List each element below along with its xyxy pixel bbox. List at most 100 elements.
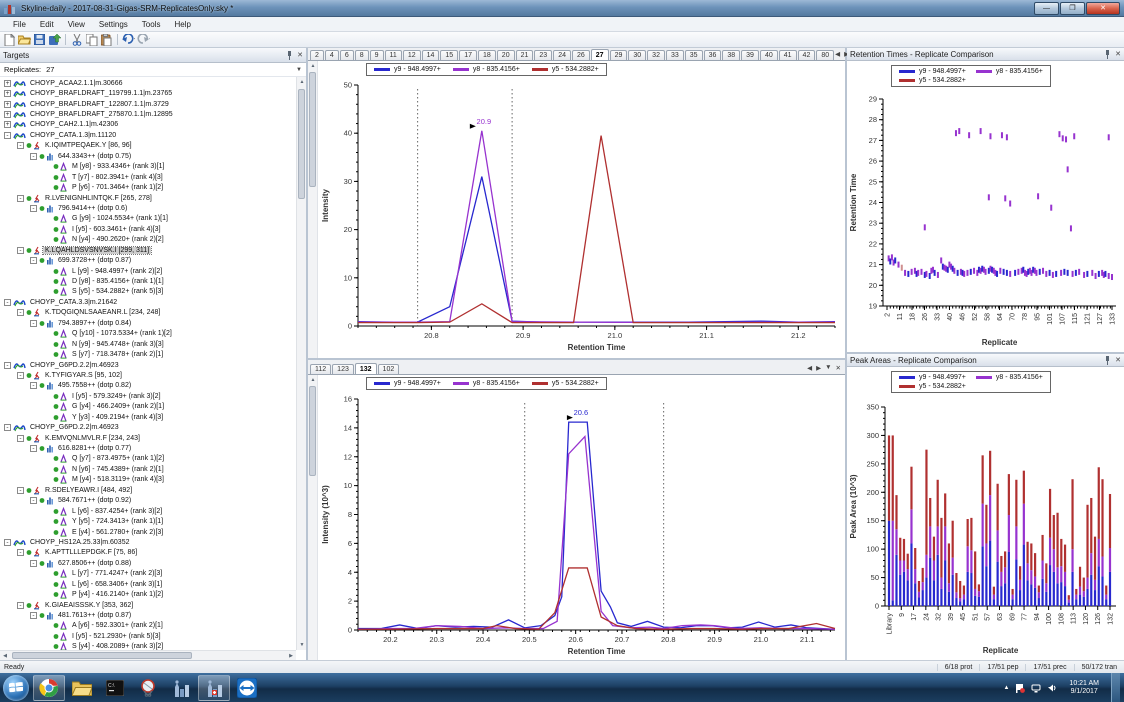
tree-node-label[interactable]: K.LQAHLDSVSNVSK.I [299, 311]: [41, 245, 153, 255]
tree-node-label[interactable]: R.LVENIGNHLINTQK.F [265, 278]: [43, 195, 154, 202]
tree-node-tr[interactable]: N [y4] - 490.2620+ (rank 2)[2]: [0, 235, 296, 245]
replicate-tab-123[interactable]: 123: [332, 364, 354, 374]
tree-node-tr[interactable]: P [y6] - 701.3464+ (rank 1)[2]: [0, 182, 296, 192]
tree-node-label[interactable]: L [y6] - 837.4254+ (rank 3)[2]: [70, 508, 164, 515]
replicate-tab-17[interactable]: 17: [459, 50, 477, 60]
collapse-icon[interactable]: -: [17, 549, 24, 557]
replicate-tab-12[interactable]: 12: [402, 50, 421, 60]
tree-node-label[interactable]: N [y6] - 745.4389+ (rank 2)[1]: [70, 466, 166, 473]
tree-node-label[interactable]: 495.7558++ (dotp 0.82): [56, 382, 133, 389]
tree-node-label[interactable]: Y [y5] - 724.3413+ (rank 1)[1]: [70, 518, 165, 525]
tree-node-label[interactable]: M [y8] - 933.4346+ (rank 3)[1]: [70, 163, 166, 170]
tree-node-prec[interactable]: - 796.9414++ (dotp 0.6): [0, 203, 296, 213]
tree-node-label[interactable]: I [y5] - 603.3461+ (rank 4)[3]: [70, 226, 163, 233]
replicate-tab-8[interactable]: 8: [354, 50, 369, 60]
replicate-tab-35[interactable]: 35: [684, 50, 703, 60]
pin-icon[interactable]: [1104, 49, 1111, 59]
tree-node-label[interactable]: T [y7] - 802.3941+ (rank 4)[3]: [70, 174, 165, 181]
tree-node-label[interactable]: CHOYP_HS12A.25.33|m.60352: [28, 539, 132, 546]
taskbar-capture-tool-icon[interactable]: [132, 675, 164, 701]
scroll-up-icon[interactable]: ▲: [308, 375, 318, 385]
replicate-tab-18[interactable]: 18: [478, 50, 496, 60]
replicate-tab-30[interactable]: 30: [628, 50, 647, 60]
tree-node-label[interactable]: L [y6] - 658.3406+ (rank 3)[1]: [70, 581, 164, 588]
menu-item-file[interactable]: File: [6, 19, 33, 30]
tree-node-pep[interactable]: - K.TYFIGYAR.S [95, 102]: [0, 370, 296, 380]
replicate-tab-42[interactable]: 42: [797, 50, 816, 60]
replicate-tab-15[interactable]: 15: [440, 50, 459, 60]
replicate-tab-36[interactable]: 36: [703, 50, 722, 60]
collapse-icon[interactable]: -: [4, 298, 11, 306]
close-panel-icon[interactable]: ✕: [1115, 357, 1121, 364]
scroll-right-icon[interactable]: ▶: [286, 651, 296, 660]
start-button[interactable]: [3, 674, 29, 701]
redo-icon[interactable]: [137, 34, 150, 46]
tree-node-label[interactable]: CHOYP_CATA.3.3|m.21642: [28, 299, 119, 306]
replicate-tab-23[interactable]: 23: [534, 50, 553, 60]
cut-icon[interactable]: [70, 33, 83, 46]
close-panel-icon[interactable]: ✕: [1115, 51, 1121, 58]
collapse-icon[interactable]: -: [4, 361, 11, 369]
collapse-icon[interactable]: -: [30, 319, 37, 327]
tree-node-tr[interactable]: L [y6] - 837.4254+ (rank 3)[2]: [0, 506, 296, 516]
tree-node-label[interactable]: G [y9] - 1024.5534+ (rank 1)[1]: [70, 215, 170, 222]
tree-node-pep[interactable]: - K.GIAEAISSSK.Y [353, 362]: [0, 600, 296, 610]
replicate-tab-4[interactable]: 4: [324, 50, 339, 60]
replicate-tab-40[interactable]: 40: [759, 50, 778, 60]
collapse-icon[interactable]: -: [30, 497, 37, 505]
tree-node-pep[interactable]: - K.LQAHLDSVSNVSK.I [299, 311]: [0, 245, 296, 255]
expand-icon[interactable]: +: [4, 90, 11, 98]
copy-icon[interactable]: [85, 33, 98, 46]
taskbar-chrome-icon[interactable]: [33, 674, 65, 701]
tree-node-tr[interactable]: D [y8] - 835.4156+ (rank 1)[1]: [0, 276, 296, 286]
tree-node-prot[interactable]: + CHOYP_CAH2.1.1|m.42306: [0, 120, 296, 130]
replicate-tab-132[interactable]: 132: [354, 363, 377, 374]
share-publish-icon[interactable]: [48, 34, 61, 46]
replicate-tab-112[interactable]: 112: [310, 364, 332, 374]
collapse-icon[interactable]: -: [30, 612, 37, 620]
tree-node-tr[interactable]: Y [y3] - 409.2194+ (rank 4)[3]: [0, 412, 296, 422]
tree-node-label[interactable]: K.IQIMTPEQAEK.Y [86, 96]: [43, 142, 134, 149]
tree-node-label[interactable]: K.GIAEAISSSK.Y [353, 362]: [43, 602, 135, 609]
expand-icon[interactable]: +: [4, 100, 11, 108]
replicate-tab-14[interactable]: 14: [421, 50, 440, 60]
tree-node-label[interactable]: Q [y10] - 1073.5334+ (rank 1)[2]: [70, 330, 174, 337]
tree-node-prot[interactable]: - CHOYP_G6PD.2.2|m.46923: [0, 360, 296, 370]
replicate-tab-27[interactable]: 27: [590, 49, 609, 60]
paste-icon[interactable]: [100, 33, 113, 46]
tree-node-label[interactable]: CHOYP_BRAFLDRAFT_119799.1.1|m.23765: [28, 90, 174, 97]
expand-icon[interactable]: +: [4, 111, 11, 119]
tree-node-label[interactable]: I [y5] - 521.2930+ (rank 5)[3]: [70, 633, 163, 640]
menu-item-edit[interactable]: Edit: [33, 19, 61, 30]
replicate-tab-41[interactable]: 41: [778, 50, 797, 60]
new-document-icon[interactable]: [3, 33, 16, 46]
scroll-thumb[interactable]: [309, 72, 316, 187]
pin-icon[interactable]: [1104, 355, 1111, 365]
tree-node-tr[interactable]: E [y4] - 561.2780+ (rank 2)[3]: [0, 527, 296, 537]
tree-node-label[interactable]: CHOYP_CATA.1.3|m.11120: [28, 132, 118, 139]
tree-node-label[interactable]: P [y4] - 416.2140+ (rank 1)[2]: [70, 591, 165, 598]
tree-node-tr[interactable]: Q [y10] - 1073.5334+ (rank 1)[2]: [0, 329, 296, 339]
menu-item-view[interactable]: View: [61, 19, 92, 30]
replicate-tab-32[interactable]: 32: [647, 50, 665, 60]
tree-node-prec[interactable]: - 699.3728++ (dotp 0.87): [0, 255, 296, 265]
collapse-icon[interactable]: -: [30, 152, 37, 160]
hidden-icons-chevron[interactable]: ▲: [1003, 685, 1009, 691]
tree-node-label[interactable]: CHOYP_CAH2.1.1|m.42306: [28, 121, 120, 128]
scroll-tabs-left-icon[interactable]: ◀: [807, 364, 812, 372]
chart-vertical-scrollbar[interactable]: ▲: [308, 61, 318, 358]
taskbar-cmd-icon[interactable]: C:\: [99, 675, 131, 701]
tree-node-prot[interactable]: - CHOYP_CATA.3.3|m.21642: [0, 297, 296, 307]
peak-areas-chart[interactable]: 0 50 100 150 200 250 300 350 Library 9 17 24 32 39 45 5…: [847, 367, 1124, 660]
tree-node-pep[interactable]: - R.SDELYEAWR.I [484, 492]: [0, 485, 296, 495]
collapse-icon[interactable]: -: [30, 445, 37, 453]
scroll-thumb[interactable]: [298, 89, 305, 199]
taskbar-teamviewer-icon[interactable]: [231, 675, 263, 701]
tree-node-label[interactable]: K.APTTLLLEPDGK.F [75, 86]: [43, 549, 139, 556]
chromatogram-chart-27[interactable]: 20.8 20.9 21.0 21.1 21.2 0 10 20 30 40 50 Retention…: [318, 61, 845, 358]
tree-node-pep[interactable]: - K.IQIMTPEQAEK.Y [86, 96]: [0, 141, 296, 151]
tree-node-tr[interactable]: I [y5] - 579.3249+ (rank 3)[2]: [0, 391, 296, 401]
tree-node-prec[interactable]: - 481.7613++ (dotp 0.87): [0, 610, 296, 620]
tree-node-prec[interactable]: - 627.8506++ (dotp 0.88): [0, 558, 296, 568]
collapse-icon[interactable]: -: [17, 601, 24, 609]
